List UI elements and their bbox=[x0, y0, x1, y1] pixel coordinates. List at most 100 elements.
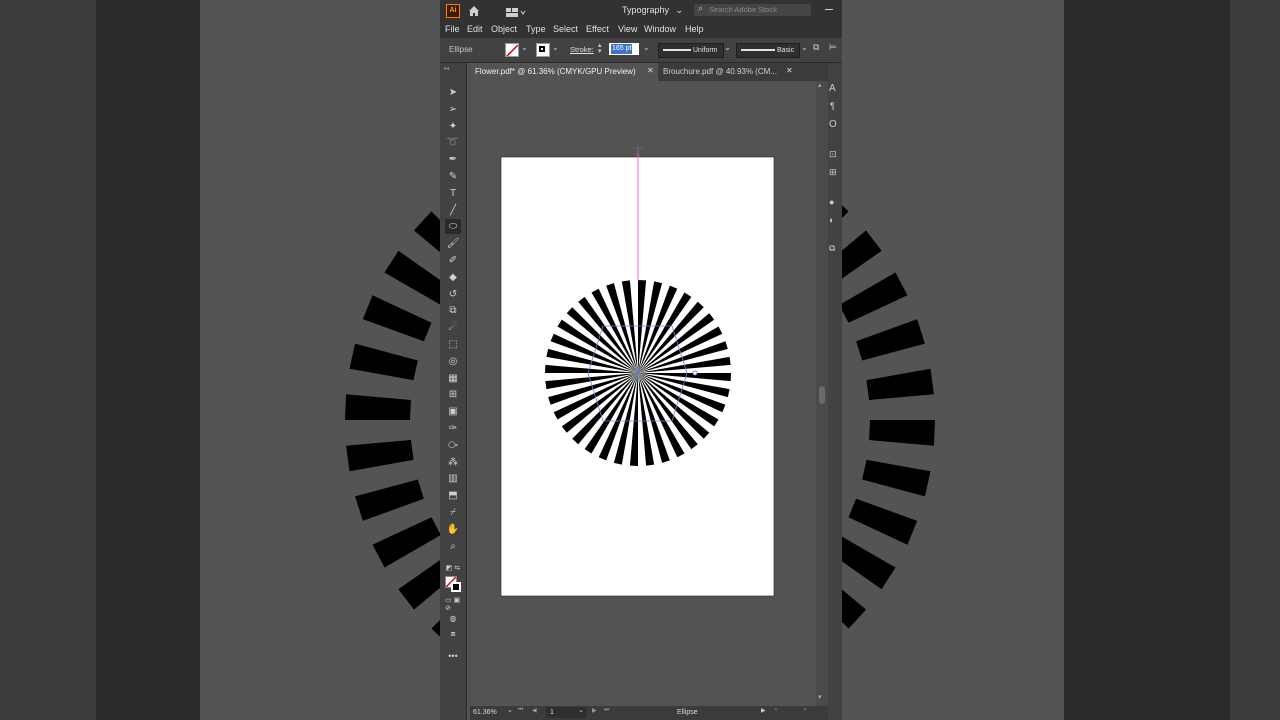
symbol-sprayer-icon[interactable]: ⁂ bbox=[445, 455, 461, 470]
mesh-icon[interactable]: ⊞ bbox=[445, 387, 461, 402]
status-menu-icon[interactable]: ▶ bbox=[761, 707, 766, 714]
gradient-icon[interactable]: ▣ bbox=[445, 404, 461, 419]
tab-brouchure[interactable]: Brouchure.pdf @ 40.93% (CM... ✕ bbox=[658, 63, 798, 81]
illustrator-window: Ai Typography ⌄ ⌕ Search Adobe Stock Fil… bbox=[440, 0, 842, 720]
tab-flower[interactable]: Flower.pdf* @ 61.36% (CMYK/GPU Preview) … bbox=[470, 63, 658, 81]
default-fill-stroke-icon[interactable]: ◩ ⇆ bbox=[445, 560, 461, 575]
zoom-icon[interactable]: ⌕ bbox=[445, 539, 461, 554]
stroke-swatch[interactable] bbox=[536, 43, 550, 57]
type-icon[interactable]: T bbox=[445, 186, 461, 201]
hscroll-right-icon[interactable]: › bbox=[804, 707, 806, 713]
panel-collapse-icon[interactable]: ◂◂ bbox=[443, 65, 449, 72]
align-panel-icon[interactable]: ⊞ bbox=[829, 167, 837, 178]
chevron-down-icon[interactable]: ⌄ bbox=[578, 706, 584, 714]
column-graph-icon[interactable]: ▥ bbox=[445, 471, 461, 486]
fill-stroke-swatches[interactable] bbox=[445, 575, 461, 592]
brush-label: Basic bbox=[777, 47, 795, 54]
scroll-up-icon[interactable]: ▴ bbox=[818, 81, 822, 89]
selection-icon[interactable]: ➤ bbox=[445, 85, 461, 100]
close-icon[interactable]: ✕ bbox=[647, 66, 654, 75]
search-placeholder: Search Adobe Stock bbox=[709, 5, 777, 14]
menu-object[interactable]: Object bbox=[491, 23, 517, 35]
stroke-stepper-icon[interactable]: ▴ ▾ bbox=[598, 42, 602, 55]
menu-view[interactable]: View bbox=[618, 23, 637, 35]
graphic-styles-panel-icon[interactable]: ◐ bbox=[829, 215, 834, 225]
brush-definition-dropdown[interactable]: Basic bbox=[736, 43, 800, 58]
hand-icon[interactable]: ✋ bbox=[445, 522, 461, 537]
menu-window[interactable]: Window bbox=[644, 23, 676, 35]
artboard-icon[interactable]: ⬒ bbox=[445, 488, 461, 503]
curvature-icon[interactable]: ✎ bbox=[445, 169, 461, 184]
chevron-down-icon[interactable]: ⌄ bbox=[801, 43, 808, 52]
pen-icon[interactable]: ✒ bbox=[445, 152, 461, 167]
appearance-panel-icon[interactable]: ● bbox=[829, 197, 834, 207]
menu-type[interactable]: Type bbox=[526, 23, 546, 35]
vertical-scrollbar[interactable]: ▴ ▾ bbox=[816, 81, 828, 706]
document-tabs: Flower.pdf* @ 61.36% (CMYK/GPU Preview) … bbox=[470, 63, 830, 81]
last-artboard-icon[interactable]: ⏭ bbox=[604, 707, 609, 714]
screen-mode-icon[interactable]: ⧈ bbox=[445, 626, 461, 641]
previous-artboard-icon[interactable]: ◀ bbox=[532, 707, 537, 714]
draw-mode-icon[interactable]: ◍ bbox=[445, 611, 461, 626]
slice-icon[interactable]: ⌿ bbox=[445, 505, 461, 520]
lasso-icon[interactable]: ➰ bbox=[445, 135, 461, 150]
menu-help[interactable]: Help bbox=[685, 23, 704, 35]
tab-brouchure-label: Brouchure.pdf @ 40.93% (CM... bbox=[663, 67, 777, 76]
menu-bar: File Edit Object Type Select Effect View… bbox=[440, 20, 842, 38]
free-transform-icon[interactable]: ⬚ bbox=[445, 337, 461, 352]
minimize-button[interactable] bbox=[825, 9, 833, 10]
opentype-panel-icon[interactable]: O bbox=[829, 119, 837, 130]
search-icon: ⌕ bbox=[698, 3, 704, 13]
stock-search-field[interactable]: ⌕ Search Adobe Stock bbox=[694, 3, 811, 16]
recolor-artwork-icon[interactable]: ⧉ bbox=[813, 42, 819, 53]
eraser-icon[interactable]: ◆ bbox=[445, 270, 461, 285]
zoom-level[interactable]: 61.36% bbox=[473, 707, 497, 719]
hscroll-left-icon[interactable]: ‹ bbox=[775, 707, 777, 713]
canvas[interactable] bbox=[470, 81, 816, 706]
magic-wand-icon[interactable]: ✦ bbox=[445, 119, 461, 134]
title-bar: Ai Typography ⌄ ⌕ Search Adobe Stock bbox=[440, 0, 842, 20]
collapsed-panels: A ¶ O ⊡ ⊞ ● ◐ ⧉ bbox=[828, 63, 842, 720]
eyedropper-icon[interactable]: ✑ bbox=[445, 421, 461, 436]
color-mode-icon[interactable]: ▭ ▣ ⊘ bbox=[445, 596, 461, 612]
chevron-down-icon[interactable]: ⌄ bbox=[552, 43, 559, 52]
menu-select[interactable]: Select bbox=[553, 23, 578, 35]
menu-file[interactable]: File bbox=[445, 23, 460, 35]
paintbrush-icon[interactable]: 🖌 bbox=[445, 236, 461, 251]
scroll-down-icon[interactable]: ▾ bbox=[818, 693, 822, 701]
fill-swatch[interactable] bbox=[505, 43, 519, 57]
transform-panel-icon[interactable]: ⊡ bbox=[829, 149, 837, 160]
align-options-icon[interactable]: ⊨ bbox=[829, 42, 837, 53]
character-panel-icon[interactable]: A bbox=[829, 83, 836, 94]
layers-panel-icon[interactable]: ⧉ bbox=[829, 243, 835, 254]
current-selection-tool: Ellipse bbox=[677, 709, 698, 716]
scale-icon[interactable]: ⧉ bbox=[445, 303, 461, 318]
direct-selection-icon[interactable]: ➢ bbox=[445, 102, 461, 117]
ellipse-icon[interactable]: ⬭ bbox=[445, 219, 461, 235]
scroll-thumb[interactable] bbox=[819, 386, 825, 404]
stroke-weight-input[interactable]: 165 pt bbox=[609, 43, 639, 55]
line-segment-icon[interactable]: ╱ bbox=[445, 203, 461, 218]
chevron-down-icon[interactable]: ⌄ bbox=[521, 43, 528, 52]
close-icon[interactable]: ✕ bbox=[786, 66, 793, 75]
app-logo: Ai bbox=[446, 4, 460, 18]
workspace-switcher[interactable]: Typography ⌄ bbox=[622, 4, 683, 16]
chevron-down-icon[interactable]: ⌄ bbox=[507, 706, 513, 714]
more-tools-icon[interactable]: ••• bbox=[445, 648, 461, 663]
warp-icon[interactable]: ☄ bbox=[445, 320, 461, 335]
rotate-icon[interactable]: ↺ bbox=[445, 287, 461, 302]
shape-builder-icon[interactable]: ◎ bbox=[445, 354, 461, 369]
next-artboard-icon[interactable]: ▶ bbox=[592, 707, 597, 714]
blend-icon[interactable]: ⧂ bbox=[445, 438, 461, 453]
paragraph-panel-icon[interactable]: ¶ bbox=[830, 101, 835, 111]
shaper-icon[interactable]: ✐ bbox=[445, 253, 461, 268]
first-artboard-icon[interactable]: ⏮ bbox=[518, 707, 523, 714]
chevron-down-icon[interactable]: ⌄ bbox=[643, 43, 650, 52]
chevron-down-icon[interactable]: ⌄ bbox=[724, 43, 731, 52]
menu-edit[interactable]: Edit bbox=[467, 23, 483, 35]
object-type-label: Ellipse bbox=[449, 45, 473, 54]
menu-effect[interactable]: Effect bbox=[586, 23, 609, 35]
chevron-down-icon: ⌄ bbox=[675, 5, 684, 15]
perspective-grid-icon[interactable]: ▦ bbox=[445, 371, 461, 386]
variable-width-profile-dropdown[interactable]: Uniform bbox=[658, 43, 724, 58]
